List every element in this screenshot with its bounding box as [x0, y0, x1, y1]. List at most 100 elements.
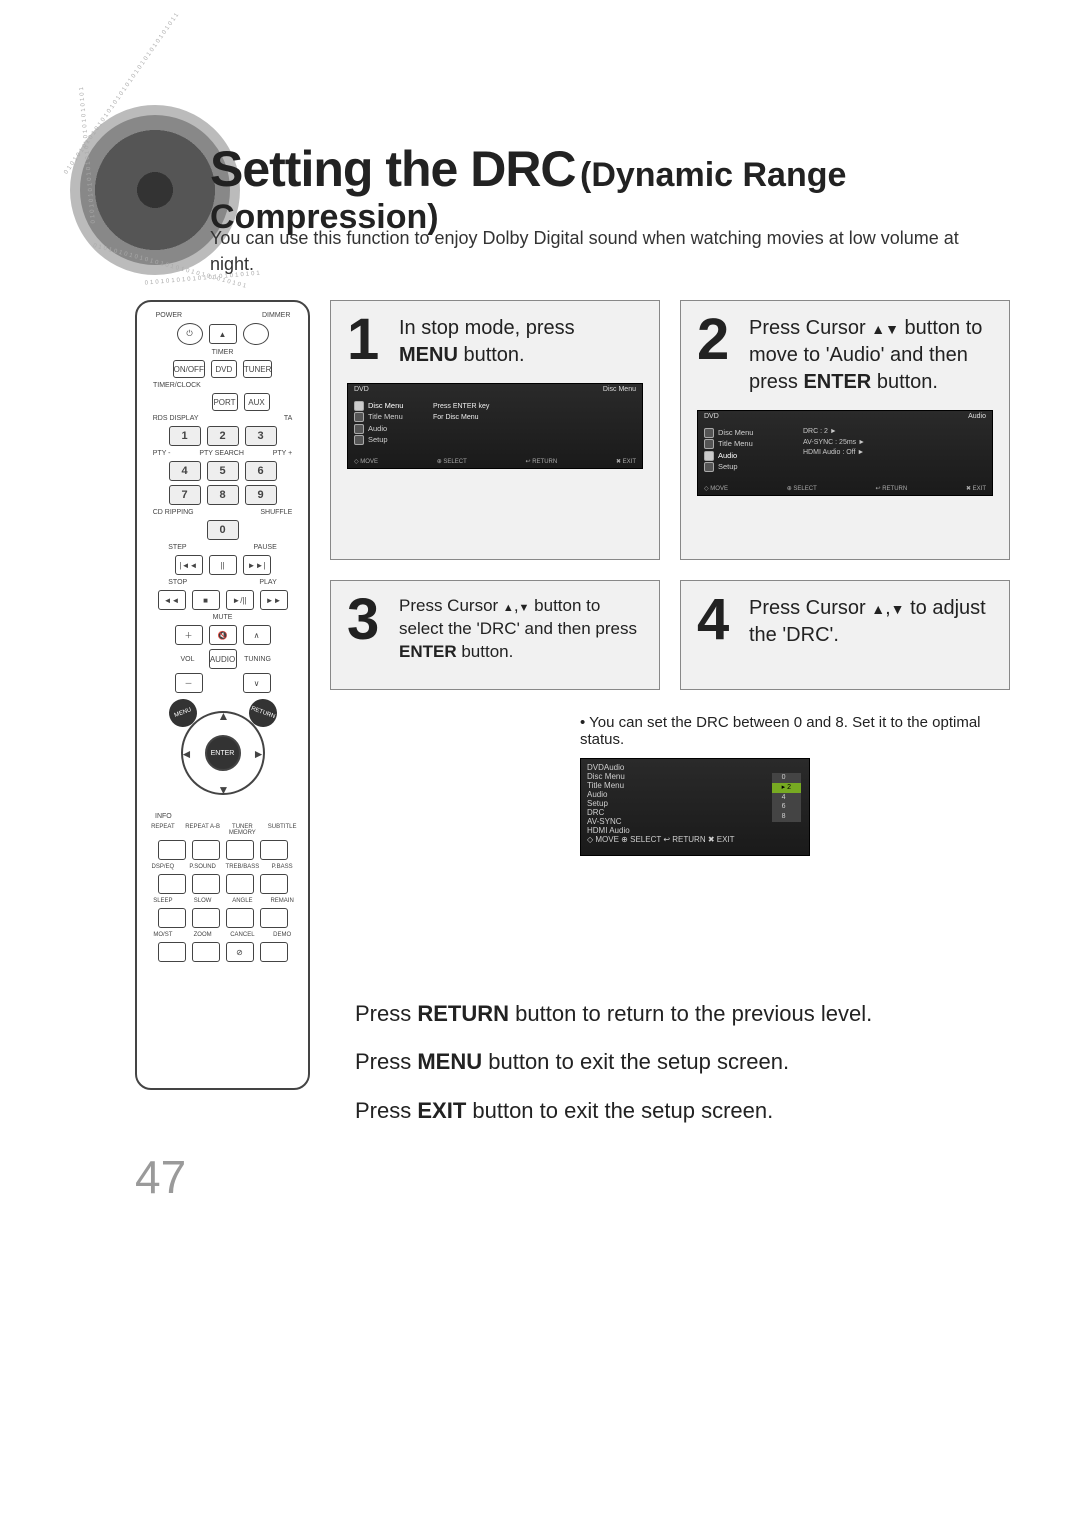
osd-foot-move: MOVE	[710, 486, 728, 492]
osd-foot-select: SELECT	[443, 459, 466, 465]
dimmer-button	[243, 323, 269, 345]
step-2-a: Press Cursor	[749, 317, 871, 339]
key-6: 6	[245, 461, 277, 481]
osd-screenshot-2: DVDAudio Disc Menu Title Menu Audio Setu…	[697, 410, 993, 496]
aux-button: AUX	[244, 393, 270, 411]
enter-button: ENTER	[205, 735, 241, 771]
step-3-a: Press Cursor	[399, 596, 503, 615]
step-1-line2: button.	[458, 344, 525, 366]
osd-item-titlemenu: Title Menu	[368, 412, 403, 421]
key-2: 2	[207, 426, 239, 446]
page-title: Setting the DRC (Dynamic Range Compressi…	[210, 140, 1020, 237]
osd-slider-6: 6	[772, 802, 801, 812]
label-zoom: ZOOM	[185, 932, 221, 938]
osd-foot-move: MOVE	[595, 835, 619, 844]
port-button: PORT	[212, 393, 238, 411]
dpad: MENU RETURN ▲ ▼ ◄ ► ENTER	[173, 703, 273, 803]
step-3-text: Press Cursor , button to select the 'DRC…	[399, 595, 643, 664]
label-psound: P.SOUND	[185, 864, 221, 870]
step-2-enter: ENTER	[803, 371, 871, 393]
osd-slider-4: 4	[772, 793, 801, 803]
label-step: STEP	[168, 544, 186, 551]
osd-foot-return: RETURN	[672, 835, 705, 844]
step-4-text: Press Cursor , to adjust the 'DRC'.	[749, 595, 993, 649]
osd-slider: 0 ▸ 2 4 6 8	[772, 773, 801, 822]
osd-slider-0: 0	[772, 773, 801, 783]
bottom-line-3: Press EXIT button to exit the setup scre…	[355, 1087, 1000, 1135]
ff-button: ►►	[260, 590, 288, 610]
step-3: 3 Press Cursor , button to select the 'D…	[330, 580, 660, 690]
next-button: ►►|	[243, 555, 271, 575]
gen-btn	[158, 840, 186, 860]
label-tuner-memory: TUNER MEMORY	[225, 824, 261, 836]
vol-down-button: －	[175, 673, 203, 693]
osd-footer: ◇ MOVE ⊕ SELECT ↩ RETURN ✖ EXIT	[704, 485, 986, 492]
osd-foot-move: MOVE	[360, 459, 378, 465]
remote-body: POWER DIMMER ⏻ ▲ TIMER ON/OFF DVD TUNER …	[135, 300, 310, 1090]
gen-btn	[158, 942, 186, 962]
gen-btn	[158, 908, 186, 928]
label-power: POWER	[145, 312, 193, 319]
osd-msg: Press ENTER key For Disc Menu	[433, 402, 489, 423]
label-ptysearch: PTY SEARCH	[199, 450, 244, 457]
osd-left-list: Disc Menu Title Menu Audio Setup	[587, 772, 803, 808]
key-8: 8	[207, 485, 239, 505]
osd-item-audio: Audio	[368, 424, 387, 433]
tuning-down-button: ∨	[243, 673, 271, 693]
label-play: PLAY	[259, 579, 276, 586]
label-repeat: REPEAT	[145, 824, 181, 836]
osd-dvd-label: DVD	[704, 413, 719, 420]
onoff-button: ON/OFF	[173, 360, 205, 378]
label-mute: MUTE	[213, 614, 233, 621]
gen-btn	[260, 874, 288, 894]
key-4: 4	[169, 461, 201, 481]
step-1-line1: In stop mode, press	[399, 317, 575, 339]
label-most: MO/ST	[145, 932, 181, 938]
osd-screenshot-1: DVDDisc Menu Disc Menu Title Menu Audio …	[347, 383, 643, 469]
osd-foot-exit: EXIT	[717, 835, 735, 844]
osd-msg-2: For Disc Menu	[433, 413, 489, 424]
osd-msg-1: Press ENTER key	[433, 402, 489, 413]
osd-top-right: Audio	[604, 763, 624, 772]
label-cancel: CANCEL	[225, 932, 261, 938]
osd-foot-return: RETURN	[532, 459, 557, 465]
osd-item-setup: Setup	[587, 799, 608, 808]
rew-button: ◄◄	[158, 590, 186, 610]
label-pbass: P.BASS	[264, 864, 300, 870]
label-timer: TIMER	[212, 349, 234, 356]
label-dspeq: DSP/EQ	[145, 864, 181, 870]
osd-v-drc: : 2	[820, 428, 828, 435]
step-2-text: Press Cursor button to move to 'Audio' a…	[749, 315, 993, 396]
label-subtitle: SUBTITLE	[264, 824, 300, 836]
gen-btn	[158, 874, 186, 894]
cursor-down-icon	[885, 317, 899, 339]
cursor-down-icon: ▼	[218, 783, 230, 797]
label-cdripping: CD RIPPING	[153, 509, 194, 516]
key-3: 3	[245, 426, 277, 446]
osd-item-titlemenu: Title Menu	[718, 439, 753, 448]
osd-item-audio: Audio	[587, 790, 607, 799]
bottom-line-2: Press MENU button to exit the setup scre…	[355, 1038, 1000, 1086]
gen-btn	[192, 840, 220, 860]
label-angle: ANGLE	[225, 898, 261, 904]
label-pause: PAUSE	[254, 544, 277, 551]
label-vol: VOL	[173, 656, 203, 663]
osd-item-setup: Setup	[368, 435, 388, 444]
osd-screenshot-3: DVDAudio Disc Menu Title Menu Audio Setu…	[580, 758, 810, 856]
label-remain: REMAIN	[264, 898, 300, 904]
title-main: Setting the DRC	[210, 141, 576, 197]
vol-up-button: ＋	[175, 625, 203, 645]
label-trebbass: TREB/BASS	[225, 864, 261, 870]
step-2-number: 2	[697, 315, 737, 364]
osd-r-drc: DRC	[803, 428, 818, 435]
osd-item-audio: Audio	[718, 451, 737, 460]
gen-btn	[226, 874, 254, 894]
power-button: ⏻	[177, 323, 203, 345]
osd-top-right: Disc Menu	[603, 386, 636, 393]
osd-r-avsync: AV-SYNC	[587, 817, 622, 826]
osd-foot-select: SELECT	[793, 486, 816, 492]
bottom-instructions: Press RETURN button to return to the pre…	[355, 990, 1000, 1135]
gen-btn	[192, 942, 220, 962]
cancel-btn: ⊘	[226, 942, 254, 962]
label-shuffle: SHUFFLE	[260, 509, 292, 516]
